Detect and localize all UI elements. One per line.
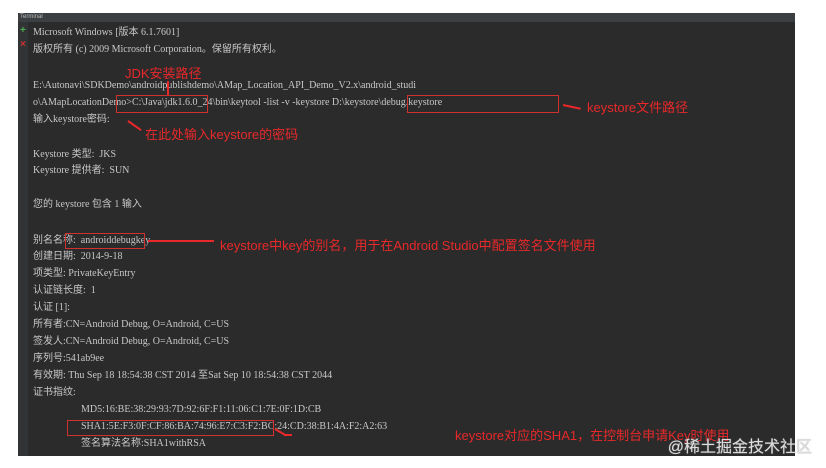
terminal-line: o\AMapLocationDemo>C:\Java\jdk1.6.0_24\b… — [33, 97, 443, 108]
terminal-title: Terminal — [18, 13, 795, 22]
terminal-line: 输入keystore密码: — [33, 114, 110, 125]
terminal-line: 您的 keystore 包含 1 输入 — [33, 199, 142, 210]
jdk-annotation: JDK安装路径 — [125, 66, 202, 81]
terminal-line: MD5:16:BE:38:29:93:7D:92:6F:F1:11:06:C1:… — [81, 404, 322, 415]
terminal-line: Microsoft Windows [版本 6.1.7601] — [33, 27, 180, 38]
password-annotation: 在此处输入keystore的密码 — [145, 127, 299, 142]
terminal-gutter: + × — [18, 22, 28, 456]
add-icon[interactable]: + — [20, 25, 26, 36]
terminal-line: 创建日期: 2014-9-18 — [33, 251, 123, 262]
terminal-line: 所有者:CN=Android Debug, O=Android, C=US — [33, 319, 230, 330]
close-icon[interactable]: × — [20, 39, 26, 50]
keystore-path-highlight — [407, 95, 559, 113]
arrow-icon — [284, 434, 292, 436]
alias-highlight — [65, 233, 145, 249]
terminal-line: 签发人:CN=Android Debug, O=Android, C=US — [33, 336, 230, 347]
terminal-line: 有效期: Thu Sep 18 18:54:38 CST 2014 至Sat S… — [33, 370, 333, 381]
terminal-line: Keystore 类型: JKS — [33, 149, 117, 160]
terminal-line: E:\Autonavi\SDKDemo\androidpublishdemo\A… — [33, 80, 417, 91]
alias-annotation: keystore中key的别名，用于在Android Studio中配置签名文件… — [220, 238, 596, 253]
terminal-line: 序列号:541ab9ee — [33, 353, 105, 364]
watermark: @稀土掘金技术社区 — [667, 439, 812, 456]
jdk-path-highlight — [116, 95, 208, 113]
terminal-line: Keystore 提供者: SUN — [33, 165, 130, 176]
terminal-line: 证书指纹: — [33, 387, 76, 398]
terminal-line: 签名算法名称:SHA1withRSA — [81, 438, 207, 449]
arrow-icon — [148, 240, 214, 242]
terminal-line: 认证 [1]: — [33, 302, 70, 313]
terminal-line: 认证链长度: 1 — [33, 285, 96, 296]
terminal-line: 项类型: PrivateKeyEntry — [33, 268, 136, 279]
arrow-icon — [167, 81, 169, 95]
sha1-highlight — [67, 420, 274, 436]
terminal-line: 版权所有 (c) 2009 Microsoft Corporation。保留所有… — [33, 44, 282, 55]
keystore-path-annotation: keystore文件路径 — [587, 100, 689, 115]
